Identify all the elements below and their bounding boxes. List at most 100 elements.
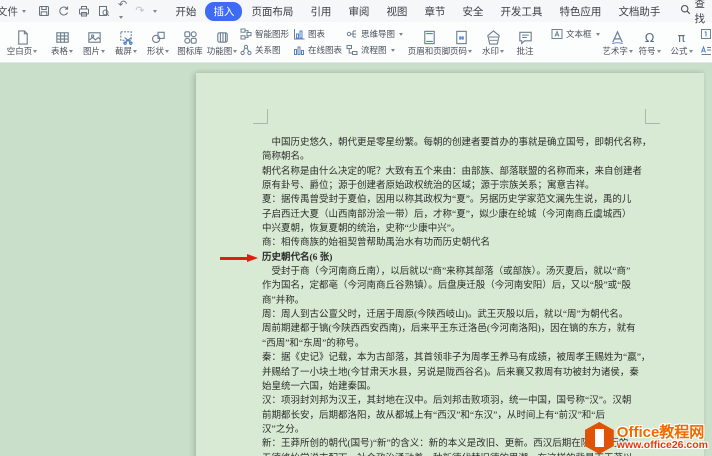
tab-page-layout[interactable]: 页面布局 xyxy=(243,2,301,21)
svg-text:π: π xyxy=(678,31,686,45)
online-chart-button[interactable]: 在线图表 xyxy=(293,44,342,56)
drop-cap-icon xyxy=(700,44,712,56)
print-icon[interactable] xyxy=(78,5,90,17)
comment-icon xyxy=(517,29,534,46)
ribbon-tabs: 开始 插入 页面布局 引用 审阅 视图 章节 安全 开发工具 特色应用 文档助手 xyxy=(167,2,668,21)
doc-line: 并赐给了一小块土地(今甘肃天水县，另说是陇西谷名)。后来襄又救周有功被封为诸侯，… xyxy=(262,366,662,380)
title-bar: 文件 ↶ ↷ 开始 插入 页面布局 引用 审阅 视图 章节 安全 开发工具 特色… xyxy=(0,0,712,22)
doc-line: 周前期建都于镐(今陕西西安西南)，后来平王东迁洛邑(今河南洛阳)，因在镐的东方，… xyxy=(262,322,662,336)
ribbon-toolbar: 空白页 表格 图片 截屏 形状 图标库 功能图 智能图形 关系图 xyxy=(0,22,712,63)
search-icon xyxy=(680,4,691,18)
site-name: Office教程网 xyxy=(617,425,708,441)
export-icon[interactable] xyxy=(58,5,70,17)
save-icon[interactable] xyxy=(38,5,50,17)
file-menu[interactable]: 文件 xyxy=(0,2,30,21)
doc-line: 夏：据传禹曾受封于夏伯，因用以称其政权为“夏”。另据历史学家范文澜先生说，禹的儿 xyxy=(262,193,662,207)
page-number-icon xyxy=(453,29,470,46)
red-arrow-icon xyxy=(220,254,258,263)
icon-library-button[interactable]: 图标库 xyxy=(174,29,206,56)
picture-button[interactable]: 图片 xyxy=(78,29,110,56)
tab-view[interactable]: 视图 xyxy=(378,2,415,21)
symbol-button[interactable]: Ω 符号 xyxy=(634,29,666,56)
redo-button[interactable]: ↷ xyxy=(135,6,144,17)
shapes-button[interactable]: 形状 xyxy=(142,29,174,56)
doc-line: 始皇统一六国，始建秦国。 xyxy=(262,380,662,394)
doc-line: “西周”和“东周”的称号。 xyxy=(262,337,662,351)
margin-mark-left-icon xyxy=(253,109,268,124)
textbox-button[interactable]: 文本框 xyxy=(551,28,600,40)
toolbar-more-icon[interactable] xyxy=(153,10,157,13)
formula-button[interactable]: π 公式 xyxy=(666,29,698,56)
doc-line: 中兴夏朝，恢复夏朝的统治，史称“少康中兴”。 xyxy=(262,222,662,236)
svg-text:Ω: Ω xyxy=(645,31,654,45)
header-footer-icon xyxy=(421,29,438,46)
office-logo-icon xyxy=(585,422,614,454)
document-canvas[interactable]: 中国历史悠久，朝代更是零星纷繁。每朝的创建者要首办的事就是确立国号，即朝代名称，… xyxy=(0,63,712,456)
doc-line: 受封于商（今河南商丘南），以后就以“商”来称其部落（或部族）。汤灭夏后，就以“商… xyxy=(262,265,662,279)
header-footer-button[interactable]: 页眉和页脚 xyxy=(413,29,445,56)
blank-page-button[interactable]: 空白页 xyxy=(6,29,38,56)
smartart-icon xyxy=(240,28,252,40)
doc-line: 中国历史悠久，朝代更是零星纷繁。每朝的创建者要首办的事就是确立国号，即朝代名称， xyxy=(262,136,662,150)
undo-dropdown-icon[interactable] xyxy=(119,16,123,19)
chart-button[interactable]: 图表 xyxy=(293,28,342,40)
undo-button[interactable]: ↶ xyxy=(118,0,127,23)
wordart-icon xyxy=(609,29,626,46)
mindmap-button[interactable]: 思维导图 xyxy=(346,28,403,40)
online-chart-icon xyxy=(293,44,305,56)
doc-heading-text: 历史朝代名(6 张) xyxy=(262,253,332,263)
tab-developer[interactable]: 开发工具 xyxy=(492,2,550,21)
document-text[interactable]: 中国历史悠久，朝代更是零星纷繁。每朝的创建者要首办的事就是确立国号，即朝代名称，… xyxy=(262,136,662,456)
document-page[interactable]: 中国历史悠久，朝代更是零星纷繁。每朝的创建者要首办的事就是确立国号，即朝代名称，… xyxy=(196,73,704,456)
tab-section[interactable]: 章节 xyxy=(416,2,453,21)
mindmap-icon xyxy=(346,28,358,40)
tab-insert[interactable]: 插入 xyxy=(205,2,242,21)
picture-icon xyxy=(86,29,103,46)
chevron-down-icon xyxy=(22,10,26,13)
find-label: 查找 xyxy=(694,0,712,26)
doc-line: 商”并称。 xyxy=(262,294,662,308)
relation-diagram-button[interactable]: 关系图 xyxy=(240,44,289,56)
doc-heading-line: 历史朝代名(6 张) xyxy=(262,251,662,265)
smartart-button[interactable]: 智能图形 xyxy=(240,28,289,40)
function-diagram-icon xyxy=(214,29,231,46)
watermark-button[interactable]: 水印 xyxy=(477,29,509,56)
doc-line: 朝代名称是由什么决定的呢？大致有五个来由：由部族、部落联盟的名称而来，来自创建者 xyxy=(262,165,662,179)
tab-security[interactable]: 安全 xyxy=(454,2,491,21)
tab-references[interactable]: 引用 xyxy=(302,2,339,21)
tab-home[interactable]: 开始 xyxy=(167,2,204,21)
drop-cap-button[interactable]: 首字下沉 xyxy=(700,44,712,56)
doc-line: 商：相传商族的始祖契曾帮助禹治水有功而历史朝代名 xyxy=(262,236,662,250)
comment-button[interactable]: 批注 xyxy=(509,29,541,56)
doc-line: 子启西迁大夏（山西南部汾浍一带）后，才称“夏”，姒少康在纶城（今河南商丘虞城西） xyxy=(262,208,662,222)
insert-number-icon xyxy=(700,28,712,40)
tab-review[interactable]: 审阅 xyxy=(340,2,377,21)
tab-doc-assistant[interactable]: 文档助手 xyxy=(610,2,668,21)
textbox-icon xyxy=(551,28,563,40)
doc-line: 汉：项羽封刘邦为汉王，其封地在汉中。后刘邦击败项羽，统一中国，国号称“汉”。汉朝 xyxy=(262,394,662,408)
doc-line: 简称朝名。 xyxy=(262,150,662,164)
function-diagram-button[interactable]: 功能图 xyxy=(206,29,238,56)
tab-special-features[interactable]: 特色应用 xyxy=(551,2,609,21)
screenshot-icon xyxy=(118,29,135,46)
print-preview-icon[interactable] xyxy=(98,5,110,17)
chart-icon xyxy=(293,28,305,40)
icon-library-icon xyxy=(182,29,199,46)
doc-line: 原有卦号、爵位；源于创建者原始政权统治的区域；源于宗族关系；寓意吉祥。 xyxy=(262,179,662,193)
flowchart-button[interactable]: 流程图 xyxy=(346,44,403,56)
site-url: www.office26.com xyxy=(617,440,708,451)
relation-diagram-icon xyxy=(240,44,252,56)
site-watermark: Office教程网 www.office26.com xyxy=(582,420,711,456)
flowchart-icon xyxy=(346,44,358,56)
table-button[interactable]: 表格 xyxy=(46,29,78,56)
screenshot-button[interactable]: 截屏 xyxy=(110,29,142,56)
shapes-icon xyxy=(150,29,167,46)
wordart-button[interactable]: 艺术字 xyxy=(602,29,634,56)
margin-mark-right-icon xyxy=(645,109,660,124)
doc-line: 周：周人到古公亶父时，迁居于周原(今陕西岐山)。武王灭殷以后，就以“周”为朝代名… xyxy=(262,308,662,322)
watermark-icon xyxy=(485,29,502,46)
page-number-button[interactable]: 页码 xyxy=(445,29,477,56)
file-menu-label: 文件 xyxy=(0,4,18,19)
insert-number-button[interactable]: 插入数字 xyxy=(700,28,712,40)
find-button[interactable]: 查找 xyxy=(680,0,712,26)
